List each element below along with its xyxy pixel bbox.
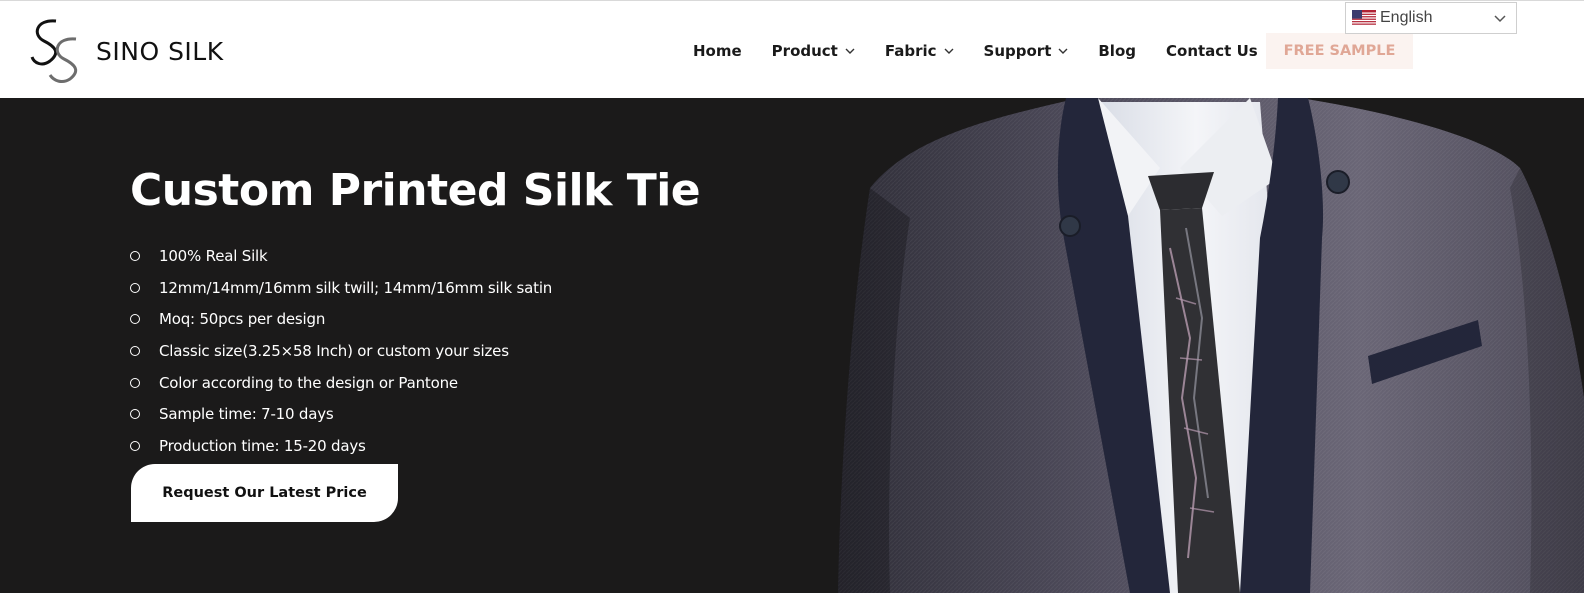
us-flag-icon — [1352, 10, 1376, 26]
list-item: Sample time: 7-10 days — [130, 398, 552, 430]
language-label: English — [1380, 9, 1433, 26]
nav-contact-us[interactable]: Contact Us — [1166, 42, 1258, 60]
nav-fabric[interactable]: Fabric — [885, 42, 954, 60]
feature-list: 100% Real Silk 12mm/14mm/16mm silk twill… — [130, 240, 552, 462]
list-item: Moq: 50pcs per design — [130, 303, 552, 335]
list-item: Classic size(3.25×58 Inch) or custom you… — [130, 335, 552, 367]
hero-section: Custom Printed Silk Tie 100% Real Silk 1… — [0, 98, 1584, 593]
circle-bullet-icon — [130, 409, 140, 420]
site-header: SINO SILK Home Product Fabric Support Bl… — [0, 0, 1584, 98]
list-item: Color according to the design or Pantone — [130, 367, 552, 399]
feature-text: Classic size(3.25×58 Inch) or custom you… — [159, 341, 509, 360]
nav-support-label: Support — [983, 42, 1052, 60]
chevron-down-icon — [1058, 48, 1068, 54]
feature-text: Color according to the design or Pantone — [159, 373, 458, 392]
nav-blog-label: Blog — [1098, 42, 1136, 60]
logo[interactable]: SINO SILK — [28, 17, 238, 85]
main-nav: Home Product Fabric Support Blog Contact… — [693, 33, 1288, 69]
circle-bullet-icon — [130, 440, 140, 451]
nav-blog[interactable]: Blog — [1098, 42, 1136, 60]
free-sample-button[interactable]: FREE SAMPLE — [1266, 33, 1413, 69]
chevron-down-icon — [845, 48, 855, 54]
nav-home[interactable]: Home — [693, 42, 742, 60]
hero-title: Custom Printed Silk Tie — [130, 165, 701, 216]
list-item: 12mm/14mm/16mm silk twill; 14mm/16mm sil… — [130, 272, 552, 304]
circle-bullet-icon — [130, 345, 140, 356]
circle-bullet-icon — [130, 377, 140, 388]
chevron-down-icon — [1494, 15, 1506, 23]
nav-product[interactable]: Product — [772, 42, 855, 60]
feature-text: 12mm/14mm/16mm silk twill; 14mm/16mm sil… — [159, 278, 553, 297]
list-item: Production time: 15-20 days — [130, 430, 552, 462]
nav-fabric-label: Fabric — [884, 42, 937, 60]
request-price-button[interactable]: Request Our Latest Price — [131, 464, 398, 522]
logo-mark-icon — [30, 19, 78, 84]
nav-contact-us-label: Contact Us — [1166, 42, 1258, 60]
language-selector[interactable]: English — [1345, 2, 1517, 34]
list-item: 100% Real Silk — [130, 240, 552, 272]
feature-text: Production time: 15-20 days — [159, 436, 366, 455]
feature-text: Moq: 50pcs per design — [159, 310, 326, 329]
chevron-down-icon — [944, 48, 954, 54]
circle-bullet-icon — [130, 282, 140, 293]
nav-home-label: Home — [693, 42, 742, 60]
circle-bullet-icon — [130, 250, 140, 261]
nav-product-label: Product — [771, 42, 838, 60]
man-in-suit-with-tie-photo — [838, 98, 1584, 593]
circle-bullet-icon — [130, 314, 140, 325]
feature-text: Sample time: 7-10 days — [159, 405, 334, 424]
brand-name: SINO SILK — [96, 36, 224, 66]
nav-support[interactable]: Support — [984, 42, 1069, 60]
feature-text: 100% Real Silk — [159, 246, 268, 265]
